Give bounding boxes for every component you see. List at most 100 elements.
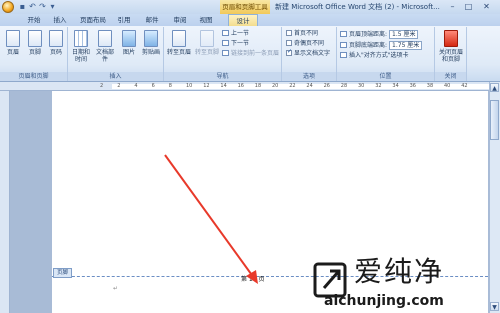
ruler-number: 40 [444, 83, 451, 89]
show-document-text-option[interactable]: 显示文档文字 [286, 48, 330, 58]
header-button[interactable]: 页眉 [2, 30, 24, 56]
watermark-chinese-text: 爱纯净 [354, 255, 445, 288]
tab-home[interactable]: 开始 [24, 14, 44, 26]
footer-icon [28, 30, 42, 47]
quick-parts-label: 文档部件 [95, 49, 114, 63]
undo-icon[interactable]: ↶ [28, 2, 37, 11]
quick-access-dropdown-icon[interactable]: ▾ [48, 2, 57, 11]
header-distance-icon [340, 31, 347, 37]
redo-icon[interactable]: ↷ [38, 2, 47, 11]
footer-distance-input[interactable]: 1.75 厘米 [389, 41, 423, 50]
link-to-previous-button[interactable]: 链接到前一条页眉 [222, 50, 279, 58]
ruler-number: 12 [203, 83, 210, 89]
ruler-number: 34 [392, 83, 399, 89]
insert-alignment-tab-label: 插入"对齐方式"选项卡 [349, 52, 409, 59]
ruler-number: 14 [220, 83, 227, 89]
go-to-header-label: 转至页眉 [166, 49, 191, 56]
group-label-insert: 插入 [68, 72, 163, 81]
footer-button[interactable]: 页脚 [24, 30, 46, 56]
scroll-thumb[interactable] [490, 100, 499, 140]
ruler-number: 18 [254, 83, 262, 89]
next-section-label: 下一节 [231, 40, 250, 47]
go-to-footer-label: 转至页脚 [194, 49, 219, 56]
alignment-tab-icon [340, 52, 347, 58]
different-odd-even-label: 奇偶页不同 [294, 40, 325, 47]
calendar-icon [74, 30, 88, 47]
footer-distance-icon [340, 42, 347, 48]
ruler-number: 4 [134, 83, 138, 89]
go-to-header-button[interactable]: 转至页眉 [166, 30, 192, 56]
footer-page-number-text[interactable]: 第 10 页 [241, 276, 264, 284]
group-label-header-footer: 页眉和页脚 [0, 72, 67, 81]
quick-parts-button[interactable]: 文档部件 [94, 30, 116, 63]
next-section-icon [222, 40, 229, 46]
ruler-number: 38 [426, 83, 434, 89]
ruler-number: 24 [306, 83, 313, 89]
group-label-options: 选项 [282, 72, 336, 81]
header-button-label: 页眉 [6, 49, 19, 56]
scroll-up-button[interactable]: ▲ [490, 83, 499, 92]
save-icon[interactable]: ▪ [18, 2, 27, 11]
header-distance-label: 页眉顶端距离: [349, 31, 388, 38]
different-first-page-option[interactable]: 首页不同 [286, 30, 318, 38]
tab-insert[interactable]: 插入 [50, 14, 70, 26]
scroll-down-button[interactable]: ▼ [490, 302, 499, 311]
tab-page-layout[interactable]: 页面布局 [77, 14, 109, 26]
group-options: 首页不同 奇偶页不同 显示文档文字 选项 [282, 27, 337, 81]
clip-art-label: 剪贴画 [141, 49, 160, 56]
ruler-number: 2 [100, 83, 104, 89]
clip-art-icon [144, 30, 158, 47]
close-header-footer-label: 关闭页眉和页脚 [438, 49, 463, 63]
close-header-footer-button[interactable]: 关闭页眉和页脚 [437, 30, 465, 63]
ruler-number: 2 [117, 83, 121, 89]
ruler-number: 28 [340, 83, 348, 89]
group-header-footer: 页眉 页脚 页码 页眉和页脚 [0, 27, 68, 81]
previous-section-label: 上一节 [231, 30, 250, 37]
tab-mailings[interactable]: 邮件 [142, 14, 162, 26]
ruler-number: 30 [358, 83, 365, 89]
header-icon [6, 30, 20, 47]
group-insert: 日期和时间 文档部件 图片 剪贴画 插入 [68, 27, 164, 81]
go-to-footer-button[interactable]: 转至页脚 [194, 30, 220, 56]
tab-view[interactable]: 视图 [196, 14, 216, 26]
tab-design[interactable]: 设计 [228, 14, 258, 26]
different-odd-even-option[interactable]: 奇偶页不同 [286, 40, 324, 48]
date-time-button[interactable]: 日期和时间 [70, 30, 92, 63]
group-label-position: 位置 [337, 72, 434, 81]
tab-review[interactable]: 审阅 [170, 14, 190, 26]
ruler-number: 42 [461, 83, 468, 89]
next-section-button[interactable]: 下一节 [222, 40, 249, 48]
go-to-header-icon [172, 30, 186, 47]
insert-alignment-tab-button[interactable]: 插入"对齐方式"选项卡 [340, 52, 409, 60]
clip-art-button[interactable]: 剪贴画 [140, 30, 162, 56]
different-first-page-label: 首页不同 [294, 30, 319, 37]
picture-button[interactable]: 图片 [118, 30, 140, 56]
window-title: 新建 Microsoft Office Word 文档 (2) - Micros… [275, 3, 440, 11]
header-distance-row: 页眉顶端距离: 1.5 厘米 [340, 30, 419, 39]
checkbox[interactable] [286, 40, 292, 46]
page-number-button[interactable]: 页码 [45, 30, 67, 56]
checkbox-checked[interactable] [286, 48, 292, 56]
link-icon [222, 50, 229, 56]
paragraph-mark: ↵ [113, 285, 119, 292]
checkbox[interactable] [286, 30, 292, 36]
quick-parts-icon [98, 30, 112, 47]
ruler-number: 20 [272, 83, 279, 89]
vertical-ruler[interactable] [0, 91, 10, 313]
close-red-x-icon [444, 30, 458, 47]
header-distance-input[interactable]: 1.5 厘米 [389, 30, 419, 39]
close-window-button[interactable]: ✕ [480, 1, 493, 12]
watermark-domain-text: aichunjing.com [324, 293, 444, 309]
group-navigation: 转至页眉 转至页脚 上一节 下一节 链接到前一条页眉 导航 [164, 27, 282, 81]
maximize-button[interactable]: □ [462, 1, 475, 12]
minimize-button[interactable]: – [446, 1, 459, 12]
footer-distance-row: 页脚底端距离: 1.75 厘米 [340, 41, 423, 50]
link-to-previous-label: 链接到前一条页眉 [231, 50, 280, 57]
office-button[interactable] [2, 1, 14, 13]
previous-section-button[interactable]: 上一节 [222, 30, 249, 38]
page-number-button-label: 页码 [49, 49, 62, 56]
go-to-footer-icon [200, 30, 214, 47]
ruler-number: 16 [237, 83, 244, 89]
ruler-number: 26 [323, 83, 330, 89]
tab-references[interactable]: 引用 [114, 14, 134, 26]
